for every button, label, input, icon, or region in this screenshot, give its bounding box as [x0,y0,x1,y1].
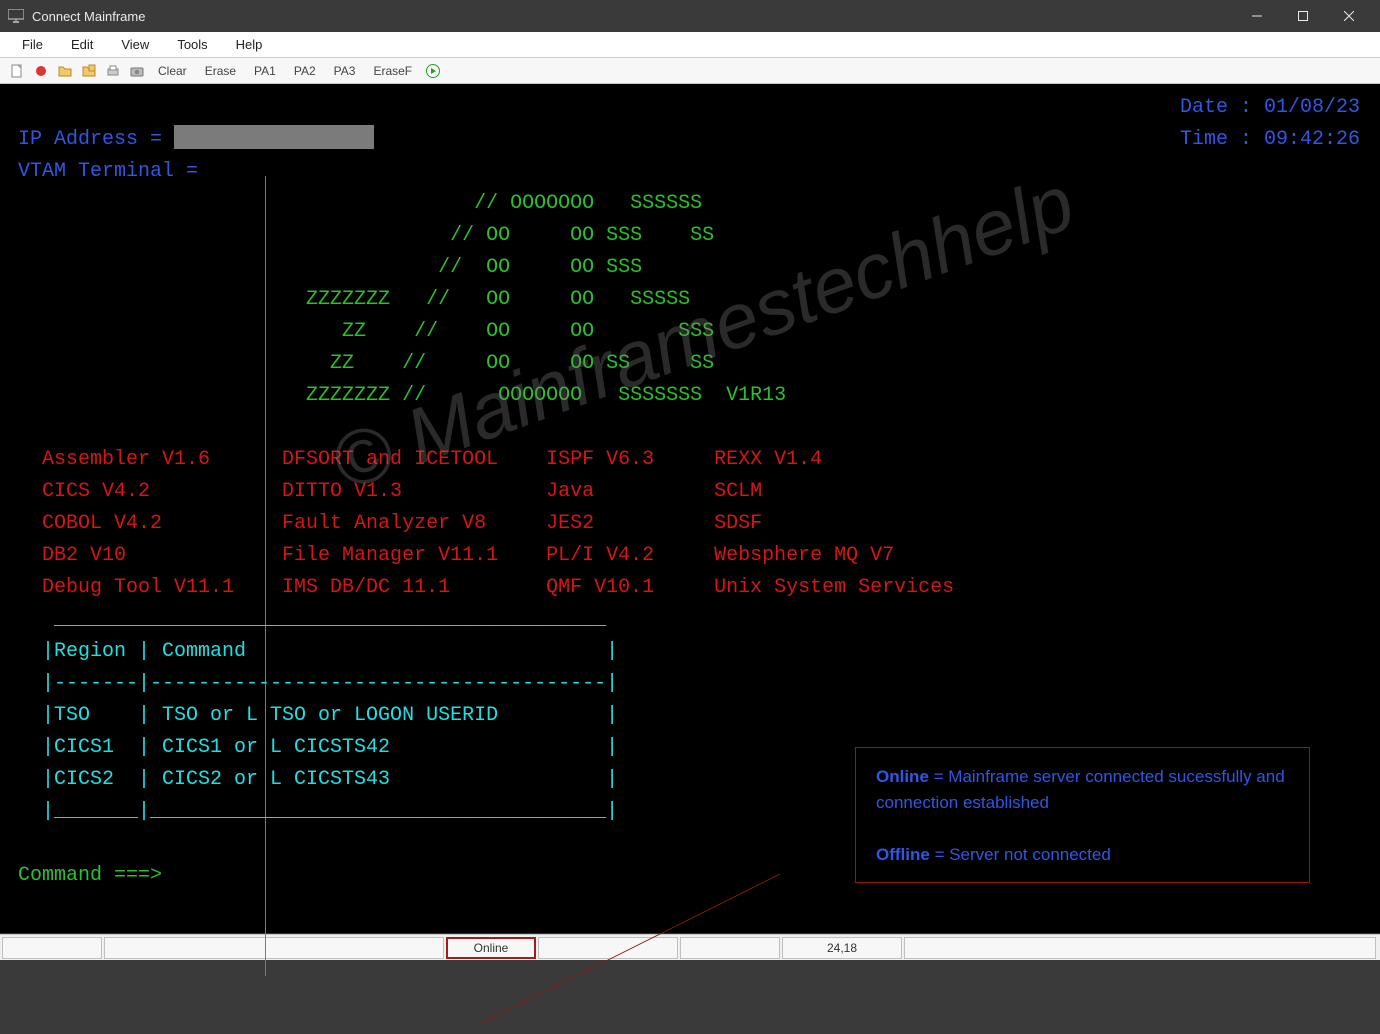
ip-address-masked [174,125,374,149]
minimize-button[interactable] [1234,0,1280,32]
zos-ascii-art: // OOOOOOO SSSSSS // OO OO SSS SS // OO … [18,192,786,407]
toolbar-pa2[interactable]: PA2 [288,62,322,80]
toolbar: Clear Erase PA1 PA2 PA3 EraseF [0,58,1380,84]
menu-bar: File Edit View Tools Help [0,32,1380,58]
ip-address-label: IP Address = [18,128,174,151]
status-connection: Online [446,937,536,959]
print-icon[interactable] [104,62,122,80]
app-icon [8,9,24,23]
bug-icon[interactable] [32,62,50,80]
menu-edit[interactable]: Edit [57,34,107,55]
status-cell-5 [680,937,780,959]
menu-view[interactable]: View [107,34,163,55]
close-button[interactable] [1326,0,1372,32]
terminal-area[interactable]: Date : 01/08/23 Time : 09:42:26 IP Addre… [0,84,1380,934]
toolbar-erasef[interactable]: EraseF [367,62,418,80]
maximize-button[interactable] [1280,0,1326,32]
new-doc-icon[interactable] [8,62,26,80]
command-prompt[interactable]: Command ===> [18,864,162,887]
title-bar: Connect Mainframe [0,0,1380,32]
toolbar-pa3[interactable]: PA3 [328,62,362,80]
status-cell-1 [2,937,102,959]
status-cell-7 [904,937,1376,959]
vtam-terminal-label: VTAM Terminal = [18,160,198,183]
status-cell-4 [538,937,678,959]
annotation-offline-label: Offline [876,845,930,864]
toolbar-pa1[interactable]: PA1 [248,62,282,80]
menu-help[interactable]: Help [222,34,277,55]
menu-file[interactable]: File [8,34,57,55]
annotation-offline-text: = Server not connected [930,845,1111,864]
toolbar-clear[interactable]: Clear [152,62,193,80]
toolbar-erase[interactable]: Erase [199,62,242,80]
status-annotation-box: Online = Mainframe server connected suce… [855,747,1310,883]
products-list: Assembler V1.6 DFSORT and ICETOOL ISPF V… [18,448,954,599]
camera-icon[interactable] [128,62,146,80]
region-command-table: ________________________________________… [18,608,618,823]
status-cell-2 [104,937,444,959]
run-icon[interactable] [424,62,442,80]
open-folder-icon[interactable] [56,62,74,80]
status-bar: Online 24,18 [0,934,1380,960]
menu-tools[interactable]: Tools [163,34,221,55]
window-title: Connect Mainframe [32,9,1234,24]
status-cursor-pos: 24,18 [782,937,902,959]
save-icon[interactable] [80,62,98,80]
annotation-online-label: Online [876,767,929,786]
annotation-online-text: = Mainframe server connected sucessfully… [876,767,1285,812]
